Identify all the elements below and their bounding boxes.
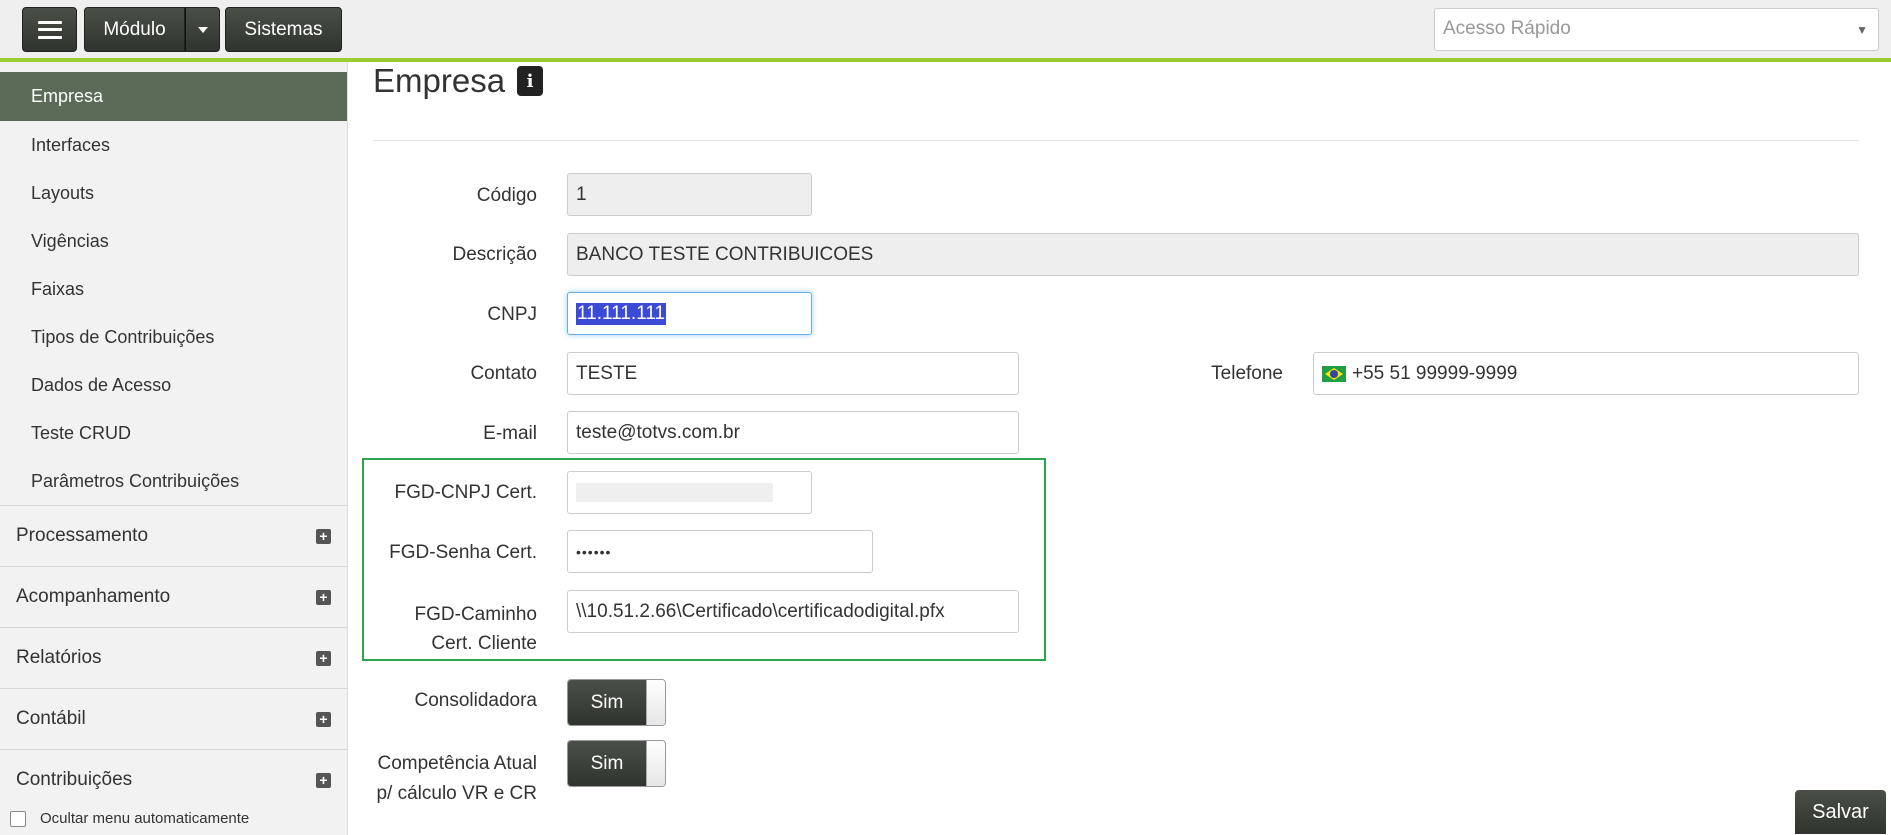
sidebar: Empresa Interfaces Layouts Vigências Fai… [0, 62, 348, 835]
descricao-label: Descrição [452, 244, 537, 265]
descricao-value: BANCO TESTE CONTRIBUICOES [576, 243, 874, 265]
fgd-caminho-value: \\10.51.2.66\Certificado\certificadodigi… [576, 600, 945, 622]
hide-menu-checkbox[interactable] [10, 810, 26, 827]
email-input[interactable]: teste@totvs.com.br [567, 411, 1019, 454]
telefone-value: +55 51 99999-9999 [1352, 362, 1518, 384]
toggle-knob [646, 680, 665, 725]
chevron-down-icon: ▼ [1856, 23, 1868, 37]
sidebar-item-empresa[interactable]: Empresa [0, 72, 347, 121]
contato-label: Contato [470, 363, 537, 384]
codigo-label: Código [476, 185, 537, 206]
hamburger-menu-button[interactable] [22, 7, 77, 52]
competencia-toggle[interactable]: Sim [567, 740, 666, 787]
consolidadora-label: Consolidadora [414, 690, 537, 711]
cnpj-input[interactable]: 11.111.111 [567, 292, 812, 335]
hide-menu-label: Ocultar menu automaticamente [40, 810, 250, 827]
hamburger-icon [37, 20, 62, 39]
hide-menu-option[interactable]: Ocultar menu automaticamente [10, 810, 249, 827]
sidebar-group-label: Contábil [16, 708, 86, 729]
cnpj-label: CNPJ [487, 304, 537, 325]
title-divider [373, 140, 1859, 141]
telefone-input[interactable]: +55 51 99999-9999 [1313, 352, 1859, 395]
fgd-caminho-label-line1: FGD-Caminho [414, 604, 537, 625]
page-title: Empresa [373, 62, 506, 99]
competencia-label-line1: Competência Atual [377, 753, 538, 774]
expand-plus-icon[interactable]: + [316, 711, 331, 727]
page-title-row: Empresa i [373, 62, 544, 100]
codigo-value: 1 [576, 183, 587, 205]
fgd-senha-value: •••••• [576, 543, 612, 560]
contato-value: TESTE [576, 362, 638, 384]
sidebar-group-label: Processamento [16, 525, 149, 546]
save-button[interactable]: Salvar [1795, 790, 1886, 834]
sidebar-group-label: Acompanhamento [16, 586, 171, 607]
consolidadora-toggle[interactable]: Sim [567, 679, 666, 726]
codigo-field: 1 [567, 173, 812, 216]
fgd-senha-label: FGD-Senha Cert. [389, 542, 537, 563]
brazil-flag-icon[interactable] [1322, 365, 1346, 382]
fgd-senha-input[interactable]: •••••• [567, 530, 873, 573]
competencia-label: Competência Atual p/ cálculo VR e CR [237, 749, 537, 809]
consolidadora-toggle-label: Sim [568, 680, 646, 725]
competencia-label-line2: p/ cálculo VR e CR [376, 783, 537, 804]
contato-input[interactable]: TESTE [567, 352, 1019, 395]
sidebar-item-interfaces[interactable]: Interfaces [0, 121, 347, 169]
telefone-label: Telefone [1211, 363, 1283, 384]
email-value: teste@totvs.com.br [576, 421, 740, 443]
quick-access-placeholder: Acesso Rápido [1443, 18, 1571, 39]
sidebar-group-label: Contribuições [16, 769, 133, 790]
fgd-cnpj-input[interactable] [567, 471, 812, 514]
competencia-toggle-label: Sim [568, 741, 646, 786]
cnpj-value: 11.111.111 [576, 302, 667, 325]
sistemas-button[interactable]: Sistemas [225, 7, 342, 52]
toggle-knob [646, 741, 665, 786]
caret-down-icon [197, 26, 208, 33]
info-icon[interactable]: i [517, 66, 544, 96]
modulo-dropdown-button[interactable] [185, 7, 220, 52]
modulo-button[interactable]: Módulo [84, 7, 185, 52]
email-label: E-mail [483, 423, 537, 444]
descricao-field: BANCO TESTE CONTRIBUICOES [567, 233, 1859, 276]
sidebar-group-label: Relatórios [16, 647, 102, 668]
fgd-caminho-label: FGD-Caminho Cert. Cliente [237, 600, 537, 658]
redacted-value-block [576, 483, 773, 502]
quick-access-select[interactable]: Acesso Rápido ▼ [1434, 8, 1879, 51]
fgd-cnpj-label: FGD-CNPJ Cert. [394, 482, 538, 503]
fgd-caminho-input[interactable]: \\10.51.2.66\Certificado\certificadodigi… [567, 590, 1019, 633]
fgd-caminho-label-line2: Cert. Cliente [431, 633, 537, 654]
top-bar: Módulo Sistemas Acesso Rápido ▼ [0, 0, 1891, 62]
